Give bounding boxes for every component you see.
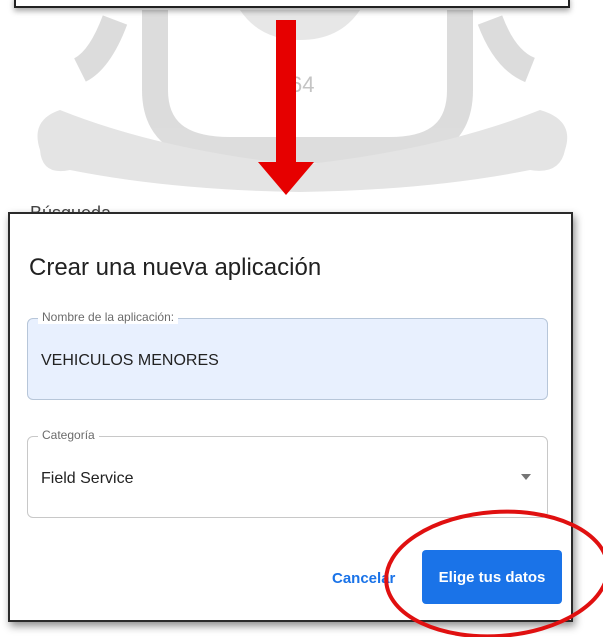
- dialog-title: Crear una nueva aplicación: [29, 254, 322, 281]
- category-label: Categoría: [38, 428, 99, 442]
- dropdown-arrow-icon[interactable]: [521, 474, 531, 480]
- choose-data-button[interactable]: Elige tus datos: [422, 550, 562, 604]
- app-name-value: VEHICULOS MENORES: [41, 352, 219, 369]
- category-value: Field Service: [41, 470, 134, 487]
- watermark-number: 64: [290, 72, 314, 97]
- previous-window-fragment: [14, 0, 570, 8]
- app-name-label: Nombre de la aplicación:: [38, 310, 179, 324]
- app-name-field[interactable]: Nombre de la aplicación: VEHICULOS MENOR…: [27, 310, 548, 400]
- cancel-button[interactable]: Cancelar: [332, 570, 395, 587]
- category-select[interactable]: Categoría Field Service: [27, 428, 548, 518]
- create-app-dialog: Crear una nueva aplicación Nombre de la …: [8, 212, 573, 622]
